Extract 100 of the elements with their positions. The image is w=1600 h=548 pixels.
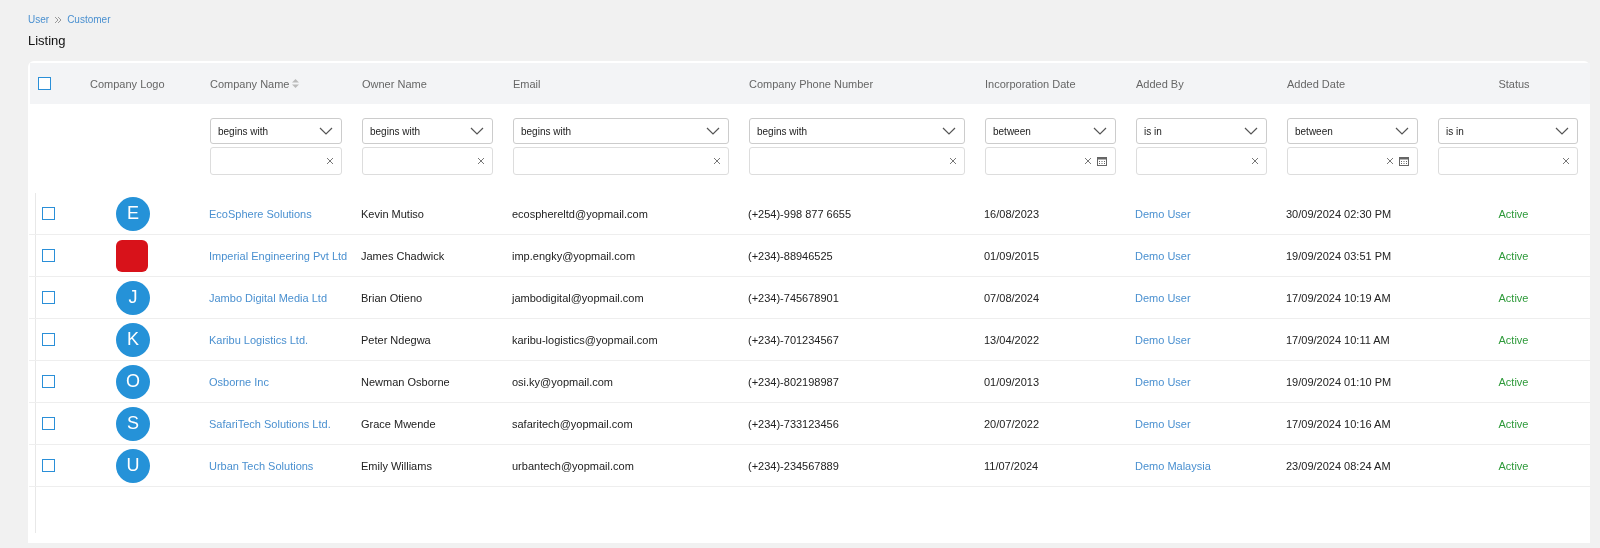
chevron-down-icon [1093,127,1107,135]
filter-input-field[interactable] [749,147,965,175]
status-text: Active [1498,249,1529,262]
company-name-link[interactable]: Karibu Logistics Ltd. [209,333,309,346]
chevron-down-icon [1244,127,1258,135]
added-by-link[interactable]: Demo User [1135,291,1191,304]
clear-icon[interactable] [1563,158,1569,164]
chevron-down-icon [470,127,484,135]
company-name-link[interactable]: SafariTech Solutions Ltd. [209,417,331,430]
column-header[interactable]: Company Name [210,77,290,90]
filter-input-field[interactable] [1287,147,1418,175]
added-by-link[interactable]: Demo Malaysia [1135,459,1211,472]
filter-operator-dropdown[interactable]: begins with [210,118,342,144]
email-text: imp.engky@yopmail.com [512,249,636,262]
clear-icon[interactable] [950,158,956,164]
filter-operator-dropdown[interactable]: is in [1438,118,1578,144]
added-by-link[interactable]: Demo User [1135,249,1191,262]
clear-icon[interactable] [1387,158,1393,164]
status-text: Active [1498,207,1529,220]
email-text: karibu-logistics@yopmail.com [512,333,658,346]
email-text: safaritech@yopmail.com [512,417,633,430]
row-checkbox[interactable] [42,207,55,220]
logo-placeholder [116,239,148,272]
owner-name: Peter Ndegwa [361,333,431,346]
clear-icon[interactable] [1085,158,1091,164]
added-date: 23/09/2024 08:24 AM [1286,459,1391,472]
column-header[interactable]: Added Date [1287,77,1346,90]
row-checkbox[interactable] [42,291,55,304]
added-date: 17/09/2024 10:19 AM [1286,291,1391,304]
added-date: 17/09/2024 10:11 AM [1286,333,1390,346]
owner-name: Grace Mwende [361,417,436,430]
filter-input-field[interactable] [1136,147,1267,175]
letter-avatar: S [116,406,150,441]
breadcrumb-link[interactable]: Customer [67,14,111,25]
breadcrumb-link[interactable]: User [28,14,50,25]
company-name-link[interactable]: Osborne Inc [209,375,269,388]
filter-operator-dropdown[interactable]: begins with [513,118,729,144]
filter-operator-dropdown[interactable]: begins with [749,118,965,144]
filter-input-field[interactable] [210,147,342,175]
filter-operator-dropdown[interactable]: begins with [362,118,493,144]
incorporation-date: 20/07/2022 [984,417,1040,430]
email-text: jambodigital@yopmail.com [512,291,644,304]
company-name-link[interactable]: Urban Tech Solutions [209,459,314,472]
chevron-down-icon [319,127,333,135]
column-header[interactable]: Incorporation Date [985,77,1076,90]
added-by-link[interactable]: Demo User [1135,417,1191,430]
filter-input-field[interactable] [985,147,1116,175]
filter-input-field[interactable] [513,147,729,175]
row-checkbox[interactable] [42,249,55,262]
added-by-link[interactable]: Demo User [1135,333,1191,346]
clear-icon[interactable] [1252,158,1258,164]
letter-avatar: O [116,364,150,399]
row-checkbox[interactable] [42,417,55,430]
filter-operator-dropdown[interactable]: between [985,118,1116,144]
clear-icon[interactable] [714,158,720,164]
added-date: 30/09/2024 02:30 PM [1286,207,1392,220]
added-date: 17/09/2024 10:16 AM [1286,417,1391,430]
chevron-down-icon [942,127,956,135]
row-checkbox[interactable] [42,375,55,388]
column-header[interactable]: Email [513,77,541,90]
incorporation-date: 07/08/2024 [984,291,1040,304]
phone-number: (+234)-733123456 [748,417,839,430]
phone-number: (+254)-998 877 6655 [748,207,852,220]
calendar-icon[interactable] [1097,156,1107,166]
added-date: 19/09/2024 01:10 PM [1286,375,1392,388]
letter-avatar: J [116,280,150,315]
email-text: osi.ky@yopmail.com [512,375,614,388]
row-checkbox[interactable] [42,459,55,472]
incorporation-date: 16/08/2023 [984,207,1040,220]
incorporation-date: 01/09/2013 [984,375,1040,388]
status-text: Active [1498,375,1529,388]
filter-input-field[interactable] [362,147,493,175]
phone-number: (+234)-745678901 [748,291,839,304]
column-header[interactable]: Added By [1136,77,1184,90]
owner-name: Newman Osborne [361,375,450,388]
filter-input-field[interactable] [1438,147,1578,175]
column-header[interactable]: Status [1498,77,1530,90]
clear-icon[interactable] [327,158,333,164]
letter-avatar: E [116,196,150,231]
column-header[interactable]: Company Phone Number [749,77,874,90]
email-text: urbantech@yopmail.com [512,459,634,472]
row-checkbox[interactable] [42,333,55,346]
incorporation-date: 11/07/2024 [984,459,1039,472]
select-all-checkbox[interactable] [38,77,51,90]
chevron-down-icon [1555,127,1569,135]
clear-icon[interactable] [478,158,484,164]
owner-name: Kevin Mutiso [361,207,424,220]
column-header[interactable]: Owner Name [362,77,427,90]
added-by-link[interactable]: Demo User [1135,375,1191,388]
company-name-link[interactable]: Jambo Digital Media Ltd [209,291,327,304]
company-name-link[interactable]: EcoSphere Solutions [209,207,312,220]
filter-operator-dropdown[interactable]: is in [1136,118,1267,144]
filter-operator-dropdown[interactable]: between [1287,118,1418,144]
phone-number: (+234)-234567889 [748,459,839,472]
column-header[interactable]: Company Logo [90,77,165,90]
status-text: Active [1498,291,1529,304]
calendar-icon[interactable] [1399,156,1409,166]
company-name-link[interactable]: Imperial Engineering Pvt Ltd [209,249,348,262]
added-by-link[interactable]: Demo User [1135,207,1191,220]
owner-name: James Chadwick [361,249,445,262]
